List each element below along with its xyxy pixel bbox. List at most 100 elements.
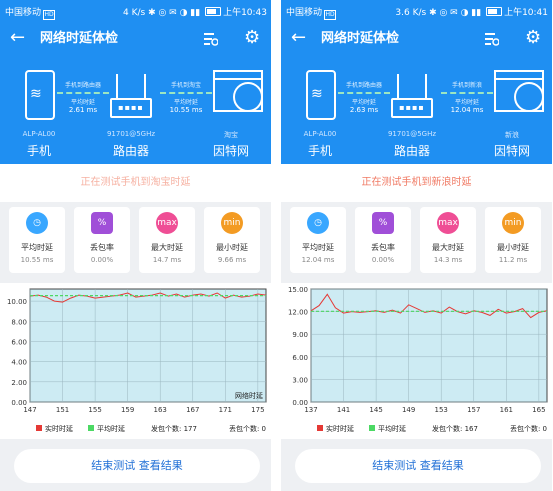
legend-swatch-average <box>88 425 94 431</box>
battery-icon <box>205 7 222 16</box>
y-tick-label: 6.00 <box>292 354 308 362</box>
packets-lost: 丢包个数: 0 <box>510 424 547 433</box>
internet-label: 因特网 <box>212 144 249 158</box>
stat-label: 最小时延 <box>216 243 248 252</box>
settings-gear-icon[interactable]: ⚙ <box>244 28 260 48</box>
clock: 上午10:43 <box>223 8 267 18</box>
progress-text: 正在测试手机到新浪时延 <box>281 164 552 202</box>
y-tick-label: 2.00 <box>11 379 27 387</box>
x-tick-label: 149 <box>402 406 415 414</box>
speed-icon: ◷ <box>26 212 48 234</box>
x-tick-label: 159 <box>121 406 134 414</box>
stat-value: 0.00% <box>371 256 395 264</box>
max-icon: max <box>156 212 178 234</box>
network-speed: 3.6 K/s <box>395 8 427 18</box>
stat-label: 平均时延 <box>21 243 53 252</box>
hd-badge: HD <box>43 10 56 20</box>
x-tick-label: 165 <box>532 406 545 414</box>
page-title: 网络时延体检 <box>40 31 119 46</box>
y-tick-label: 4.00 <box>11 359 27 367</box>
latency-chart: 0.00 2.00 4.00 6.00 8.00 10.00 147 151 155 159 163… <box>0 283 271 439</box>
network-speed: 4 K/s <box>122 8 146 18</box>
y-tick-label: 9.00 <box>292 331 308 339</box>
chart-title: 网络时延 <box>235 391 263 400</box>
stats-row: ◷ 平均时延 10.55 ms % 丢包率 0.00% max 最大时延 14.7 ms m… <box>0 202 271 278</box>
percent-icon: % <box>372 212 394 234</box>
phone-label: 手机 <box>26 144 51 158</box>
min-icon: min <box>502 212 524 234</box>
app-bar: ← 网络时延体检 ⚙ <box>0 22 271 56</box>
target-site: 新浪 <box>505 131 519 139</box>
x-tick-label: 145 <box>369 406 382 414</box>
link-phone-router: 手机到路由器 平均时延 2.63 ms <box>338 80 390 114</box>
link-value: 10.55 ms <box>169 106 203 114</box>
history-list-icon[interactable] <box>485 32 499 46</box>
page-title: 网络时延体检 <box>321 31 400 46</box>
packets-sent: 发包个数: 167 <box>432 424 478 433</box>
router-label: 路由器 <box>393 144 430 158</box>
y-tick-label: 12.00 <box>288 309 308 317</box>
stat-card-avg: ◷ 平均时延 12.04 ms <box>290 207 346 273</box>
legend-swatch-realtime <box>36 425 42 431</box>
app-bar: ← 网络时延体检 ⚙ <box>281 22 552 56</box>
status-bar: 中国移动 HD 4 K/s ✱ ◎ ✉ ◑ ▮▮ 上午10:43 <box>0 0 271 22</box>
stat-value: 11.2 ms <box>498 256 528 264</box>
link-title: 手机到路由器 <box>345 82 382 89</box>
phone-model: ALP-AL00 <box>22 130 56 138</box>
status-bar: 中国移动 HD 3.6 K/s ✱ ◎ ✉ ◑ ▮▮ 上午10:41 <box>281 0 552 22</box>
x-tick-label: 137 <box>304 406 317 414</box>
history-list-icon[interactable] <box>204 32 218 46</box>
x-tick-label: 147 <box>23 406 36 414</box>
phone-icon: ≋ <box>306 70 336 120</box>
legend-swatch-realtime <box>317 425 323 431</box>
legend-label-average: 平均时延 <box>378 424 406 433</box>
internet-label: 因特网 <box>493 144 530 158</box>
y-tick-label: 15.00 <box>288 286 308 294</box>
end-test-button[interactable]: 结束测试 查看结果 <box>14 449 260 483</box>
stat-card-avg: ◷ 平均时延 10.55 ms <box>9 207 65 273</box>
internet-globe-icon <box>213 70 263 112</box>
right-screen: 中国移动 HD 3.6 K/s ✱ ◎ ✉ ◑ ▮▮ 上午10:41 ← 网络时延… <box>281 0 552 491</box>
stat-label: 平均时延 <box>302 243 334 252</box>
settings-gear-icon[interactable]: ⚙ <box>525 28 541 48</box>
link-value: 2.61 ms <box>68 106 98 114</box>
x-tick-label: 153 <box>435 406 448 414</box>
link-title: 手机到淘宝 <box>170 82 201 89</box>
link-sub: 平均时延 <box>70 99 95 106</box>
link-value: 12.04 ms <box>450 106 484 114</box>
x-tick-label: 171 <box>219 406 232 414</box>
latency-chart: 0.00 3.00 6.00 9.00 12.00 15.00 137 141 145 149 15… <box>281 283 552 439</box>
packets-sent: 发包个数: 177 <box>151 424 197 433</box>
stat-card-min: min 最小时延 9.66 ms <box>204 207 260 273</box>
wifi-icon: ≋ <box>311 86 323 102</box>
router-ssid: 91701@5GHz <box>387 130 437 138</box>
link-sub: 平均时延 <box>351 99 376 106</box>
x-tick-label: 161 <box>500 406 513 414</box>
min-icon: min <box>221 212 243 234</box>
max-icon: max <box>437 212 459 234</box>
y-tick-label: 3.00 <box>292 376 308 384</box>
clock: 上午10:41 <box>504 8 548 18</box>
y-tick-label: 10.00 <box>7 298 27 306</box>
stat-card-loss: % 丢包率 0.00% <box>74 207 130 273</box>
plot-area <box>310 288 548 403</box>
stat-label: 丢包率 <box>90 243 114 252</box>
x-tick-label: 167 <box>186 406 199 414</box>
stat-label: 最小时延 <box>497 243 529 252</box>
wifi-icon: ≋ <box>30 86 42 102</box>
stat-card-max: max 最大时延 14.7 ms <box>139 207 195 273</box>
end-test-button[interactable]: 结束测试 查看结果 <box>295 449 541 483</box>
internet-globe-icon <box>494 70 544 112</box>
back-arrow-icon[interactable]: ← <box>291 28 306 48</box>
router-icon: ▪▪▪▪ <box>391 74 433 118</box>
x-tick-label: 151 <box>56 406 69 414</box>
phone-model: ALP-AL00 <box>303 130 337 138</box>
link-title: 手机到新浪 <box>451 82 482 89</box>
stat-card-loss: % 丢包率 0.00% <box>355 207 411 273</box>
stat-card-min: min 最小时延 11.2 ms <box>485 207 541 273</box>
stat-label: 最大时延 <box>151 243 183 252</box>
plot-area <box>29 288 267 403</box>
back-arrow-icon[interactable]: ← <box>10 28 25 48</box>
link-phone-internet: 手机到淘宝 平均时延 10.55 ms <box>160 80 212 114</box>
x-tick-label: 157 <box>467 406 480 414</box>
